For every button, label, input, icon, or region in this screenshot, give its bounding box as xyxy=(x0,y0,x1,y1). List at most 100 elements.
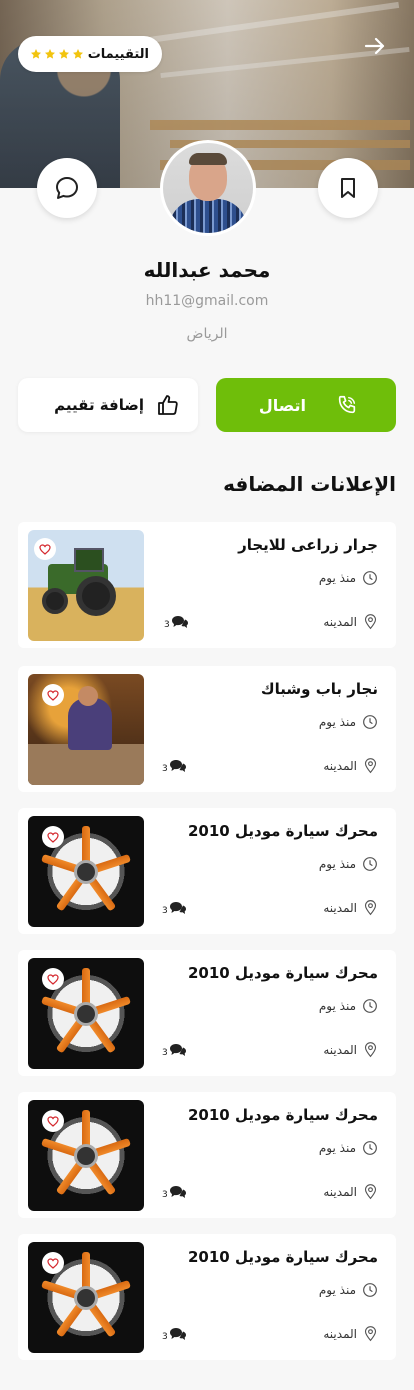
ratings-pill[interactable]: التقييمات xyxy=(18,36,162,72)
comments-count: 3 xyxy=(162,906,168,916)
phone-icon xyxy=(338,395,356,414)
ad-card[interactable]: محرك سيارة موديل 2010 منذ يوم المدينه 3 xyxy=(18,1234,396,1360)
comments-icon xyxy=(169,902,186,914)
ad-time-label: منذ يوم xyxy=(318,1141,356,1155)
ad-time-label: منذ يوم xyxy=(318,715,356,729)
ads-section-title: الإعلانات المضافه xyxy=(223,472,396,496)
comments-count: 3 xyxy=(162,1332,168,1342)
ad-location: المدينه xyxy=(323,613,378,630)
clock-icon xyxy=(363,715,377,729)
ad-card[interactable]: جرار زراعى للايجار منذ يوم المدينه 3 xyxy=(18,522,396,648)
ad-location-label: المدينه xyxy=(323,1042,357,1057)
clock-icon xyxy=(363,857,377,871)
ratings-label: التقييمات xyxy=(87,46,149,62)
ad-time: منذ يوم xyxy=(319,714,378,730)
comments-count: 3 xyxy=(162,764,168,774)
star-icon xyxy=(73,49,83,59)
ad-location: المدينه xyxy=(323,1325,378,1342)
ad-location-label: المدينه xyxy=(323,758,357,773)
ad-time-label: منذ يوم xyxy=(318,1283,356,1297)
heart-icon xyxy=(47,1257,59,1269)
ad-title: محرك سيارة موديل 2010 xyxy=(188,1248,378,1266)
ad-location: المدينه xyxy=(323,1041,378,1058)
ad-location: المدينه xyxy=(323,757,378,774)
star-icon xyxy=(45,49,55,59)
comments-count: 3 xyxy=(164,620,170,630)
location-pin-icon xyxy=(364,758,377,774)
chat-button[interactable] xyxy=(37,158,97,218)
ad-location: المدينه xyxy=(323,899,378,916)
clock-icon xyxy=(363,571,377,585)
ad-location-label: المدينه xyxy=(323,900,357,915)
ad-comments: 3 xyxy=(162,759,187,774)
comments-count: 3 xyxy=(162,1048,168,1058)
ad-card[interactable]: محرك سيارة موديل 2010 منذ يوم المدينه 3 xyxy=(18,950,396,1076)
heart-icon xyxy=(47,973,59,985)
location-pin-icon xyxy=(364,1184,377,1200)
profile-name: محمد عبدالله xyxy=(143,258,271,282)
add-rating-button[interactable]: إضافة تقييم xyxy=(18,378,198,432)
ad-comments: 3 xyxy=(162,1043,187,1058)
star-icon xyxy=(59,49,69,59)
ad-title: جرار زراعى للايجار xyxy=(238,536,378,554)
ad-card[interactable]: محرك سيارة موديل 2010 منذ يوم المدينه 3 xyxy=(18,1092,396,1218)
thumbs-up-icon xyxy=(158,395,178,415)
ad-comments: 3 xyxy=(162,1327,187,1342)
ad-time: منذ يوم xyxy=(319,1282,378,1298)
location-pin-icon xyxy=(364,900,377,916)
ad-title: نجار باب وشباك xyxy=(260,680,378,698)
ad-title: محرك سيارة موديل 2010 xyxy=(188,822,378,840)
ad-card[interactable]: محرك سيارة موديل 2010 منذ يوم المدينه 3 xyxy=(18,808,396,934)
favorite-button[interactable] xyxy=(42,1252,64,1274)
ad-title: محرك سيارة موديل 2010 xyxy=(188,1106,378,1124)
heart-icon xyxy=(47,831,59,843)
avatar xyxy=(160,140,256,236)
ad-time-label: منذ يوم xyxy=(318,999,356,1013)
ad-time-label: منذ يوم xyxy=(318,857,356,871)
ad-time: منذ يوم xyxy=(319,570,378,586)
bookmark-button[interactable] xyxy=(318,158,378,218)
ad-title: محرك سيارة موديل 2010 xyxy=(188,964,378,982)
favorite-button[interactable] xyxy=(42,684,64,706)
ad-comments: 3 xyxy=(162,901,187,916)
location-pin-icon xyxy=(364,1326,377,1342)
heart-icon xyxy=(47,1115,59,1127)
comments-icon xyxy=(169,1044,186,1056)
ad-time: منذ يوم xyxy=(319,998,378,1014)
ad-location-label: المدينه xyxy=(323,1184,357,1199)
comments-icon xyxy=(169,760,186,772)
ad-comments: 3 xyxy=(162,1185,187,1200)
add-rating-label: إضافة تقييم xyxy=(54,396,144,414)
call-label: اتصال xyxy=(258,395,306,415)
comments-icon xyxy=(171,616,188,628)
ad-location: المدينه xyxy=(323,1183,378,1200)
chat-bubble-icon xyxy=(56,177,78,199)
ad-time-label: منذ يوم xyxy=(318,571,356,585)
favorite-button[interactable] xyxy=(42,968,64,990)
clock-icon xyxy=(363,1141,377,1155)
ad-time: منذ يوم xyxy=(319,1140,378,1156)
call-button[interactable]: اتصال xyxy=(216,378,396,432)
back-arrow-icon[interactable] xyxy=(364,36,386,56)
ad-comments: 3 xyxy=(164,615,189,630)
ad-card[interactable]: نجار باب وشباك منذ يوم المدينه 3 xyxy=(18,666,396,792)
favorite-button[interactable] xyxy=(34,538,56,560)
heart-icon xyxy=(39,543,51,555)
profile-email: hh11@gmail.com xyxy=(145,293,269,309)
ad-location-label: المدينه xyxy=(323,1326,357,1341)
location-pin-icon xyxy=(364,614,377,630)
favorite-button[interactable] xyxy=(42,1110,64,1132)
ad-time: منذ يوم xyxy=(319,856,378,872)
comments-icon xyxy=(169,1186,186,1198)
heart-icon xyxy=(47,689,59,701)
clock-icon xyxy=(363,1283,377,1297)
clock-icon xyxy=(363,999,377,1013)
comments-count: 3 xyxy=(162,1190,168,1200)
ad-location-label: المدينه xyxy=(323,614,357,629)
comments-icon xyxy=(169,1328,186,1340)
location-pin-icon xyxy=(364,1042,377,1058)
bookmark-icon xyxy=(341,178,355,198)
star-icon xyxy=(31,49,41,59)
favorite-button[interactable] xyxy=(42,826,64,848)
profile-city: الرياض xyxy=(186,326,228,342)
